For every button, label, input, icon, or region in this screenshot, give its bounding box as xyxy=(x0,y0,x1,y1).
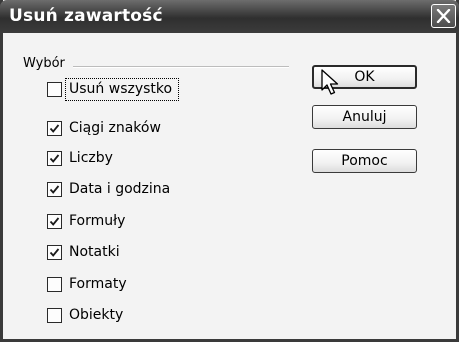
close-button[interactable] xyxy=(431,4,456,28)
checkbox-label: Formaty xyxy=(69,276,127,292)
checkbox-box[interactable] xyxy=(47,245,62,260)
checkbox-box[interactable] xyxy=(47,82,62,97)
close-x-icon xyxy=(436,9,451,23)
checkbox-box[interactable] xyxy=(47,151,62,166)
checkbox-box[interactable] xyxy=(47,277,62,292)
checkbox-label: Data i godzina xyxy=(69,181,171,197)
checkbox-label: Notatki xyxy=(69,244,120,260)
checkbox-box[interactable] xyxy=(47,308,62,323)
checkbox-label: Ciągi znaków xyxy=(69,120,161,136)
checkmark-icon xyxy=(49,248,60,257)
mouse-pointer-icon xyxy=(321,69,339,95)
checkbox-label: Formuły xyxy=(69,213,126,229)
dialog-title: Usuń zawartość xyxy=(9,6,163,26)
checkbox-label: Obiekty xyxy=(69,307,124,323)
dialog-body: Wybór Usuń wszystko Ciągi znaków Liczby xyxy=(3,33,456,339)
checkbox-box[interactable] xyxy=(47,182,62,197)
focus-indicator xyxy=(65,78,179,101)
checkmark-icon xyxy=(49,185,60,194)
group-separator xyxy=(73,66,289,68)
checkmark-icon xyxy=(49,124,60,133)
cancel-button[interactable]: Anuluj xyxy=(312,105,417,129)
dialog-window: Usuń zawartość Wybór Usuń wszystko Ciągi… xyxy=(0,0,459,342)
checkbox-label: Liczby xyxy=(69,150,113,166)
checkbox-box[interactable] xyxy=(47,214,62,229)
checkmark-icon xyxy=(49,217,60,226)
help-button[interactable]: Pomoc xyxy=(312,149,417,173)
checkmark-icon xyxy=(49,154,60,163)
checkbox-box[interactable] xyxy=(47,121,62,136)
title-bar[interactable]: Usuń zawartość xyxy=(0,0,459,33)
group-label-wybor: Wybór xyxy=(23,56,65,71)
